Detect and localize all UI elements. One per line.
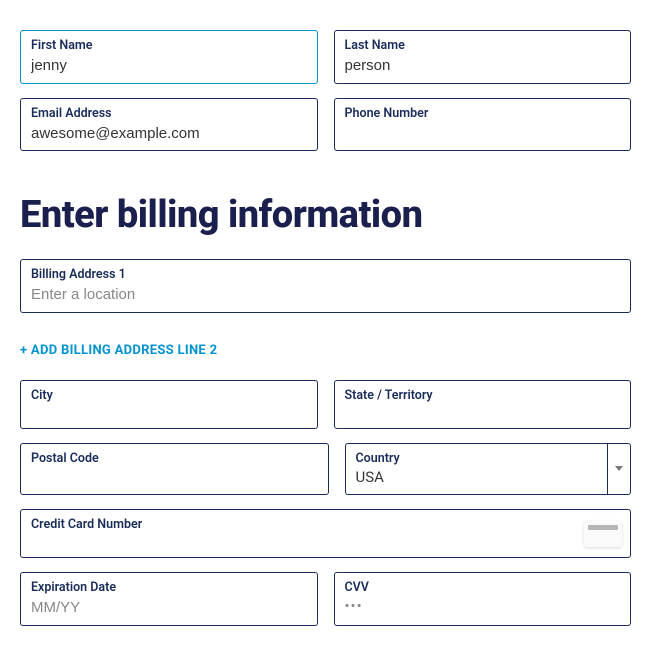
country-field[interactable]: Country USA bbox=[345, 443, 632, 496]
email-label: Email Address bbox=[31, 106, 307, 121]
city-label: City bbox=[31, 388, 307, 403]
country-dropdown-toggle[interactable] bbox=[607, 443, 631, 496]
email-input[interactable] bbox=[31, 124, 307, 144]
first-name-label: First Name bbox=[31, 38, 307, 53]
country-value: USA bbox=[356, 468, 598, 488]
last-name-field[interactable]: Last Name bbox=[334, 30, 632, 84]
last-name-label: Last Name bbox=[345, 38, 621, 53]
last-name-input[interactable] bbox=[345, 56, 621, 76]
credit-card-label: Credit Card Number bbox=[31, 517, 620, 532]
cvv-label: CVV bbox=[345, 580, 621, 595]
email-field[interactable]: Email Address bbox=[20, 98, 318, 152]
city-field[interactable]: City bbox=[20, 380, 318, 429]
postal-label: Postal Code bbox=[31, 451, 318, 466]
add-address-line2-button[interactable]: + ADD BILLING ADDRESS LINE 2 bbox=[20, 343, 217, 358]
chevron-down-icon bbox=[615, 466, 623, 471]
state-label: State / Territory bbox=[345, 388, 621, 403]
first-name-input[interactable] bbox=[31, 56, 307, 76]
country-label: Country bbox=[356, 451, 598, 466]
cvv-field[interactable]: CVV ••• bbox=[334, 572, 632, 626]
phone-label: Phone Number bbox=[345, 106, 621, 121]
billing-address1-input[interactable] bbox=[31, 285, 620, 305]
cvv-placeholder: ••• bbox=[345, 597, 621, 615]
expiration-field[interactable]: Expiration Date bbox=[20, 572, 318, 626]
billing-address1-field[interactable]: Billing Address 1 bbox=[20, 259, 631, 313]
expiration-label: Expiration Date bbox=[31, 580, 307, 595]
postal-field[interactable]: Postal Code bbox=[20, 443, 329, 496]
first-name-field[interactable]: First Name bbox=[20, 30, 318, 84]
credit-card-icon bbox=[584, 521, 622, 547]
expiration-input[interactable] bbox=[31, 598, 307, 618]
billing-heading: Enter billing information bbox=[20, 193, 631, 237]
credit-card-field[interactable]: Credit Card Number bbox=[20, 509, 631, 558]
billing-address1-label: Billing Address 1 bbox=[31, 267, 620, 282]
phone-field[interactable]: Phone Number bbox=[334, 98, 632, 152]
state-field[interactable]: State / Territory bbox=[334, 380, 632, 429]
